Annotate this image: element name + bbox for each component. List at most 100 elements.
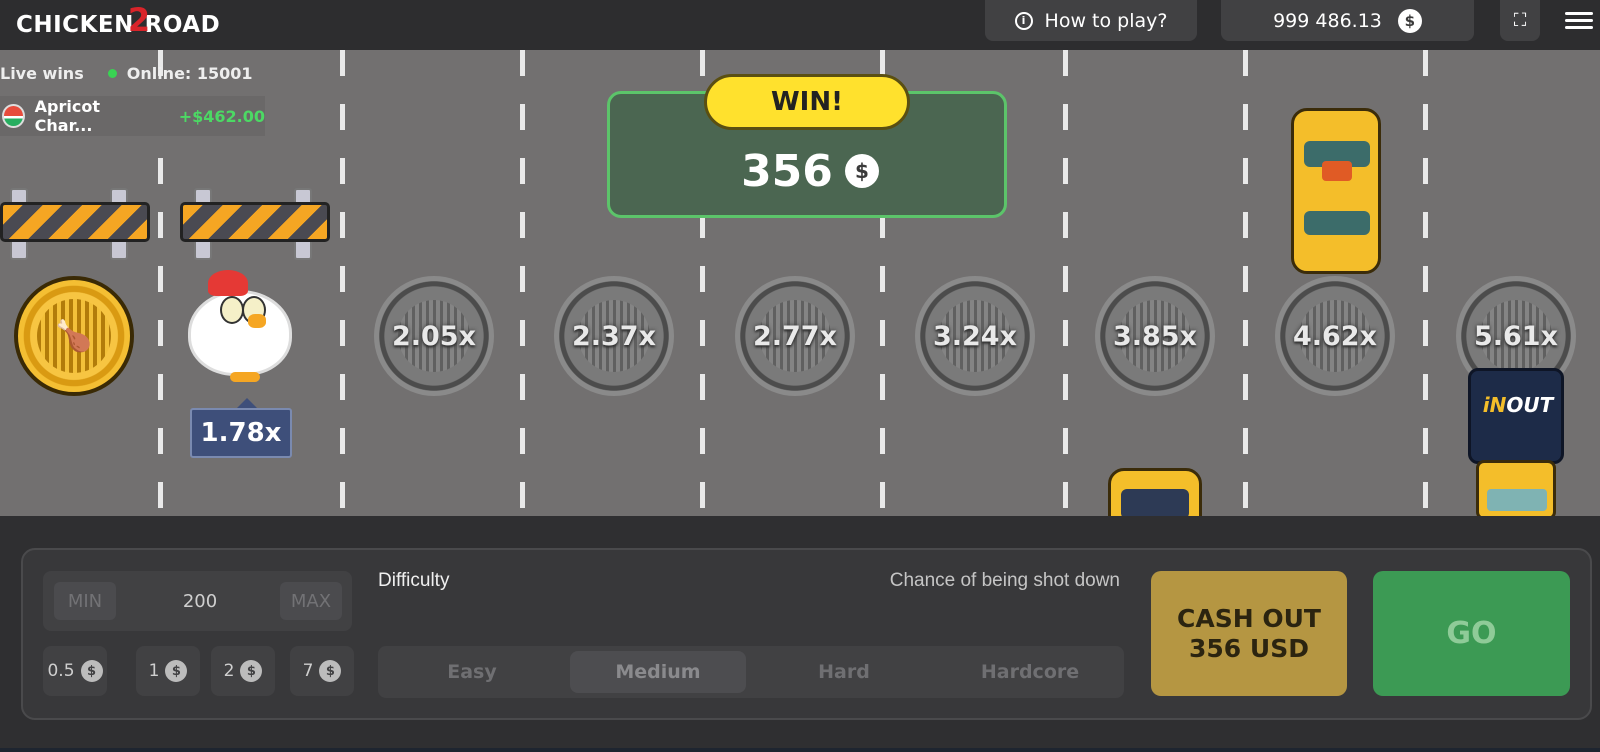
bottom-strip bbox=[0, 748, 1600, 752]
fullscreen-icon: ⛶ bbox=[1513, 10, 1527, 31]
lane-divider bbox=[1243, 50, 1248, 516]
taxi-car bbox=[1291, 108, 1381, 274]
dollar-coin-icon: $ bbox=[80, 660, 103, 682]
manhole-multiplier: 2.77x bbox=[752, 320, 838, 352]
bet-chip-button[interactable]: 1 $ bbox=[136, 646, 200, 696]
live-win-amount: +$462.00 bbox=[178, 106, 265, 126]
difficulty-tab-hard[interactable]: Hard bbox=[756, 651, 932, 693]
info-icon: i bbox=[1014, 11, 1033, 30]
online-count: Online: 15001 bbox=[126, 63, 253, 83]
difficulty-selector: Easy Medium Hard Hardcore bbox=[378, 646, 1124, 698]
bet-max-button[interactable]: MAX bbox=[280, 582, 342, 620]
cash-out-button[interactable]: CASH OUT 356 USD bbox=[1151, 571, 1347, 696]
manhole-multiplier: 4.62x bbox=[1292, 320, 1378, 352]
live-wins-label: Live wins bbox=[0, 63, 84, 83]
chicken-eye bbox=[220, 296, 244, 324]
manhole-step[interactable]: 2.05x bbox=[374, 276, 494, 396]
delivery-truck: iNOUT bbox=[1468, 368, 1564, 520]
manhole-multiplier: 3.85x bbox=[1112, 320, 1198, 352]
difficulty-label: Difficulty bbox=[378, 570, 450, 591]
online-status-icon bbox=[107, 68, 117, 78]
logo-text-road: ROAD bbox=[144, 12, 221, 38]
cash-out-amount: 356 USD bbox=[1189, 633, 1309, 663]
manhole-step[interactable]: 3.85x bbox=[1095, 276, 1215, 396]
menu-icon-bar bbox=[1565, 26, 1593, 29]
current-multiplier-label: 1.78x bbox=[190, 398, 292, 458]
dollar-coin-icon: $ bbox=[319, 660, 342, 682]
how-to-play-button[interactable]: i How to play? bbox=[985, 0, 1197, 41]
roast-chicken-icon: 🍗 bbox=[37, 299, 111, 373]
road-barrier bbox=[180, 188, 330, 260]
manhole-step[interactable]: 2.77x bbox=[735, 276, 855, 396]
fullscreen-button[interactable]: ⛶ bbox=[1500, 0, 1540, 41]
truck-cargo-box: iNOUT bbox=[1468, 368, 1564, 464]
chip-value: 0.5 bbox=[47, 661, 75, 681]
manhole-multiplier: 2.37x bbox=[571, 320, 657, 352]
manhole-multiplier: 2.05x bbox=[391, 320, 477, 352]
lane-divider bbox=[1063, 50, 1068, 516]
bet-min-button[interactable]: MIN bbox=[54, 582, 116, 620]
road-barrier bbox=[0, 188, 150, 260]
live-wins-header: Live wins Online: 15001 bbox=[0, 58, 253, 88]
barrier-stripe bbox=[180, 202, 330, 242]
how-to-play-label: How to play? bbox=[1044, 9, 1168, 32]
chicken-comb bbox=[208, 270, 248, 296]
car-rear-window bbox=[1304, 211, 1370, 235]
truck-brand-out: OUT bbox=[1506, 393, 1554, 417]
balance-display: 999 486.13 $ bbox=[1221, 0, 1474, 41]
manhole-step[interactable]: 3.24x bbox=[915, 276, 1035, 396]
menu-icon-bar bbox=[1565, 19, 1593, 22]
game-logo: CHICKEN 2 ROAD bbox=[16, 1, 221, 42]
manhole-step[interactable]: 2.37x bbox=[554, 276, 674, 396]
win-title-badge: WIN! bbox=[704, 74, 910, 130]
dollar-coin-icon: $ bbox=[1397, 8, 1422, 33]
dollar-coin-icon: $ bbox=[165, 660, 188, 682]
truck-brand-in: iN bbox=[1482, 393, 1507, 417]
car-windshield bbox=[1121, 489, 1189, 519]
top-bar: CHICKEN 2 ROAD i How to play? 999 486.13… bbox=[0, 0, 1600, 50]
logo-text-chicken: CHICKEN bbox=[16, 12, 134, 38]
difficulty-tab-medium[interactable]: Medium bbox=[570, 651, 746, 693]
balance-value: 999 486.13 bbox=[1273, 9, 1382, 32]
chip-value: 2 bbox=[223, 661, 235, 681]
menu-icon-bar bbox=[1565, 12, 1593, 15]
bet-chip-button[interactable]: 2 $ bbox=[211, 646, 275, 696]
truck-cab bbox=[1476, 460, 1556, 520]
truck-windshield bbox=[1487, 489, 1547, 511]
manhole-multiplier: 3.24x bbox=[932, 320, 1018, 352]
manhole-multiplier: 5.61x bbox=[1473, 320, 1559, 352]
truck-brand-logo: iNOUT bbox=[1475, 393, 1561, 417]
taxi-sign bbox=[1322, 161, 1352, 181]
live-win-entry: Apricot Char... +$462.00 bbox=[0, 96, 265, 136]
bet-amount-input[interactable] bbox=[125, 582, 275, 620]
lane-divider bbox=[1423, 50, 1428, 516]
barrier-stripe bbox=[0, 202, 150, 242]
game-app: CHICKEN 2 ROAD i How to play? 999 486.13… bbox=[0, 0, 1600, 752]
dollar-coin-icon: $ bbox=[844, 154, 879, 188]
hamburger-menu-button[interactable] bbox=[1565, 8, 1593, 32]
win-popup: WIN! 356 $ bbox=[607, 74, 1010, 218]
chicken-character bbox=[184, 270, 298, 384]
go-button[interactable]: GO bbox=[1373, 571, 1570, 696]
bet-amount-box: MIN MAX bbox=[43, 571, 352, 631]
lane-divider bbox=[520, 50, 525, 516]
chip-value: 1 bbox=[148, 661, 160, 681]
dollar-coin-icon: $ bbox=[240, 660, 263, 682]
chicken-beak bbox=[248, 314, 266, 328]
win-amount-row: 356 $ bbox=[610, 145, 1010, 197]
win-amount: 356 bbox=[741, 145, 833, 197]
chip-value: 7 bbox=[302, 661, 314, 681]
bet-chip-button[interactable]: 7 $ bbox=[290, 646, 354, 696]
manhole-step[interactable]: 4.62x bbox=[1275, 276, 1395, 396]
user-flag-avatar bbox=[2, 104, 25, 128]
difficulty-tab-easy[interactable]: Easy bbox=[384, 651, 560, 693]
live-wins-panel: Live wins Online: 15001 Apricot Char... … bbox=[0, 50, 265, 140]
chance-label: Chance of being shot down bbox=[889, 570, 1120, 591]
lane-divider bbox=[340, 50, 345, 516]
live-win-user: Apricot Char... bbox=[34, 97, 100, 135]
logo-number: 2 bbox=[127, 1, 151, 39]
chicken-feet bbox=[230, 372, 260, 382]
difficulty-tab-hardcore[interactable]: Hardcore bbox=[942, 651, 1118, 693]
gold-chicken-coin: 🍗 bbox=[14, 276, 134, 396]
bet-chip-button[interactable]: 0.5 $ bbox=[43, 646, 107, 696]
